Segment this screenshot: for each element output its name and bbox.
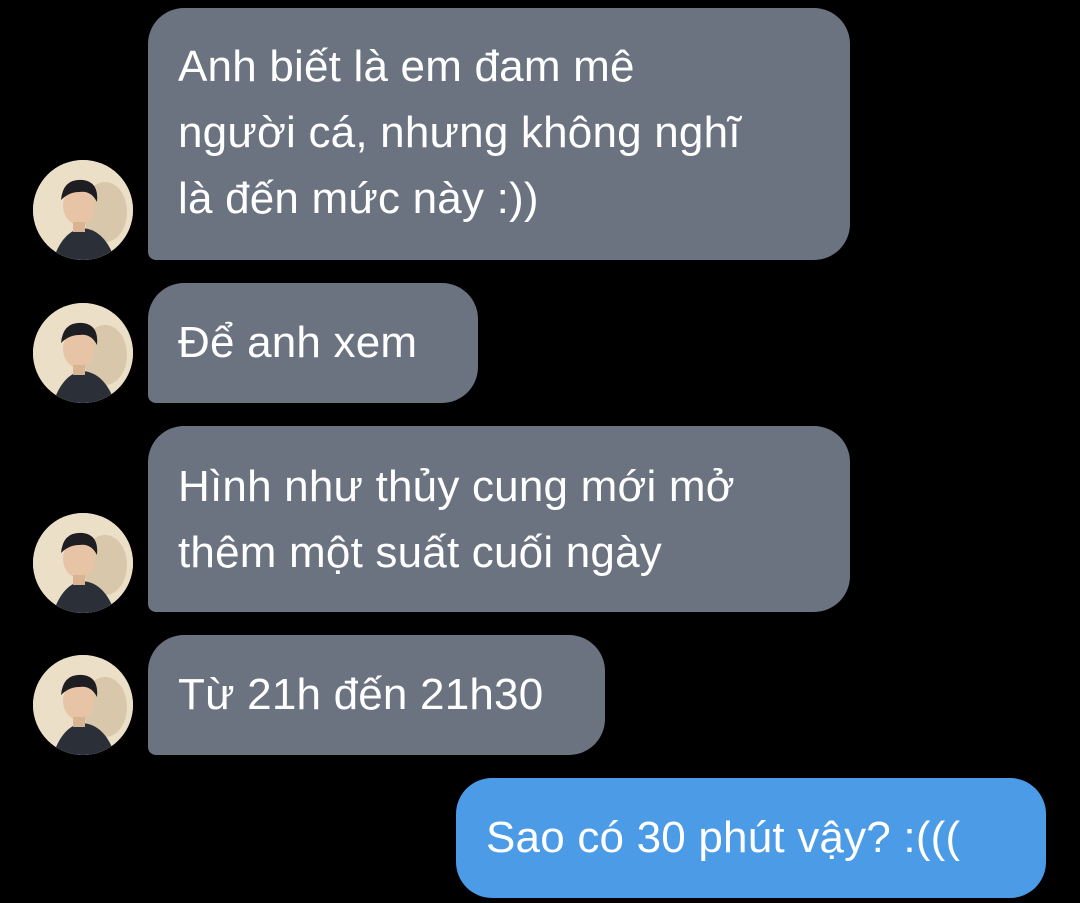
contact-avatar[interactable]: [33, 513, 133, 613]
incoming-message-bubble[interactable]: Hình như thủy cung mới mở thêm một suất …: [148, 426, 850, 612]
message-text-line: người cá, nhưng không nghĩ: [178, 108, 741, 157]
message-text-line: Để anh xem: [178, 318, 418, 367]
message-text-line: Từ 21h đến 21h30: [178, 670, 544, 719]
message-text-line: Anh biết là em đam mê: [178, 42, 635, 91]
contact-avatar[interactable]: [33, 303, 133, 403]
message-text-line: Hình như thủy cung mới mở: [178, 462, 735, 511]
chat-conversation: Anh biết là em đam mê người cá, nhưng kh…: [0, 0, 1080, 903]
message-text-line: thêm một suất cuối ngày: [178, 528, 662, 577]
avatar-photo-icon: [33, 513, 133, 613]
incoming-message-bubble[interactable]: Anh biết là em đam mê người cá, nhưng kh…: [148, 8, 850, 260]
message-text-line: là đến mức này :)): [178, 174, 539, 223]
contact-avatar[interactable]: [33, 160, 133, 260]
avatar-photo-icon: [33, 303, 133, 403]
contact-avatar[interactable]: [33, 655, 133, 755]
incoming-message-bubble[interactable]: Để anh xem: [148, 283, 478, 403]
avatar-photo-icon: [33, 655, 133, 755]
avatar-photo-icon: [33, 160, 133, 260]
outgoing-message-bubble[interactable]: Sao có 30 phút vậy? :(((: [456, 778, 1046, 898]
message-text-line: Sao có 30 phút vậy? :(((: [486, 813, 961, 862]
incoming-message-bubble[interactable]: Từ 21h đến 21h30: [148, 635, 605, 755]
